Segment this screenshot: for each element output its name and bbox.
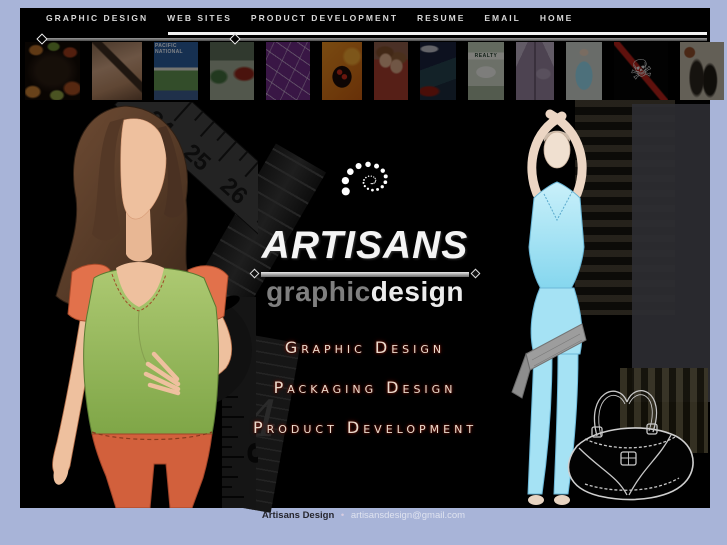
thumbnail-navy-brochure[interactable] [420,42,456,100]
thumbnail-pacific-national[interactable]: PACIFIC NATIONAL [154,42,198,100]
active-tab-underline [168,32,707,35]
thumbnail-fruit-still-life[interactable] [25,42,80,100]
orange-pants [91,433,213,508]
nav-item-graphic-design[interactable]: GRAPHIC DESIGN [46,13,148,23]
model-head [543,131,571,169]
thumbnail-text: REALTY [474,53,498,59]
footer: Artisans Design • artisansdesign@gmail.c… [0,510,727,521]
logo-block: ARTISANS graphicdesign [245,148,485,307]
nav-item-web-sites[interactable]: WEB SITES [167,13,232,23]
portfolio-thumbnail-strip: PACIFIC NATIONAL REALTY ☠ [25,42,724,100]
skull-icon: ☠ [626,51,656,87]
service-product-development: Product Development [252,418,478,437]
footer-separator: • [340,510,345,521]
thumbnail-realty-card[interactable]: REALTY [468,42,504,100]
brand-subtitle: graphicdesign [266,276,464,307]
diamond-icon [249,268,260,278]
thumbnail-lavender-shirt[interactable] [516,42,554,100]
thumbnail-purple-figure[interactable] [266,42,310,100]
pants-left-leg [527,353,553,495]
brand-name: ARTISANS [261,224,469,267]
main-stage: 4 24 25 26 27 [20,100,710,513]
handbag-sketch [567,390,694,501]
service-packaging-design: Packaging Design [273,378,457,397]
services-list: Graphic Design Packaging Design Product … [230,340,500,460]
nav-item-home[interactable]: HOME [540,13,574,23]
thumbnail-knitwear-sketch[interactable] [680,42,724,100]
thumbnail-farm-brochure[interactable] [210,42,254,100]
spiral-logo-dots [341,161,388,196]
thumbnail-orange-vase[interactable] [322,42,362,100]
thumbnail-girls-photo[interactable] [374,42,408,100]
thumbnail-text: PACIFIC NATIONAL [155,43,183,55]
tape-rule-line [38,38,707,41]
footer-site-name: Artisans Design [261,510,335,521]
logo-divider-bar [249,268,481,278]
nav-item-product-development[interactable]: PRODUCT DEVELOPMENT [251,13,398,23]
nav-item-resume[interactable]: RESUME [417,13,465,23]
footer-email-link[interactable]: artisansdesign@gmail.com [351,510,465,521]
diamond-icon [470,268,481,278]
halter-top [528,181,585,291]
site-canvas: GRAPHIC DESIGN WEB SITES PRODUCT DEVELOP… [20,8,724,513]
thumbnail-guitar-player[interactable] [92,42,142,100]
dark-backdrop-panel [632,104,710,402]
service-graphic-design: Graphic Design [284,338,446,357]
nav-item-email[interactable]: EMAIL [484,13,520,23]
thumbnail-skull-crossbones[interactable]: ☠ [614,42,668,100]
main-nav: GRAPHIC DESIGN WEB SITES PRODUCT DEVELOP… [46,13,573,23]
woman-illustration: 24 25 26 27 3 [52,102,258,508]
thumbnail-blue-halter[interactable] [566,42,602,100]
